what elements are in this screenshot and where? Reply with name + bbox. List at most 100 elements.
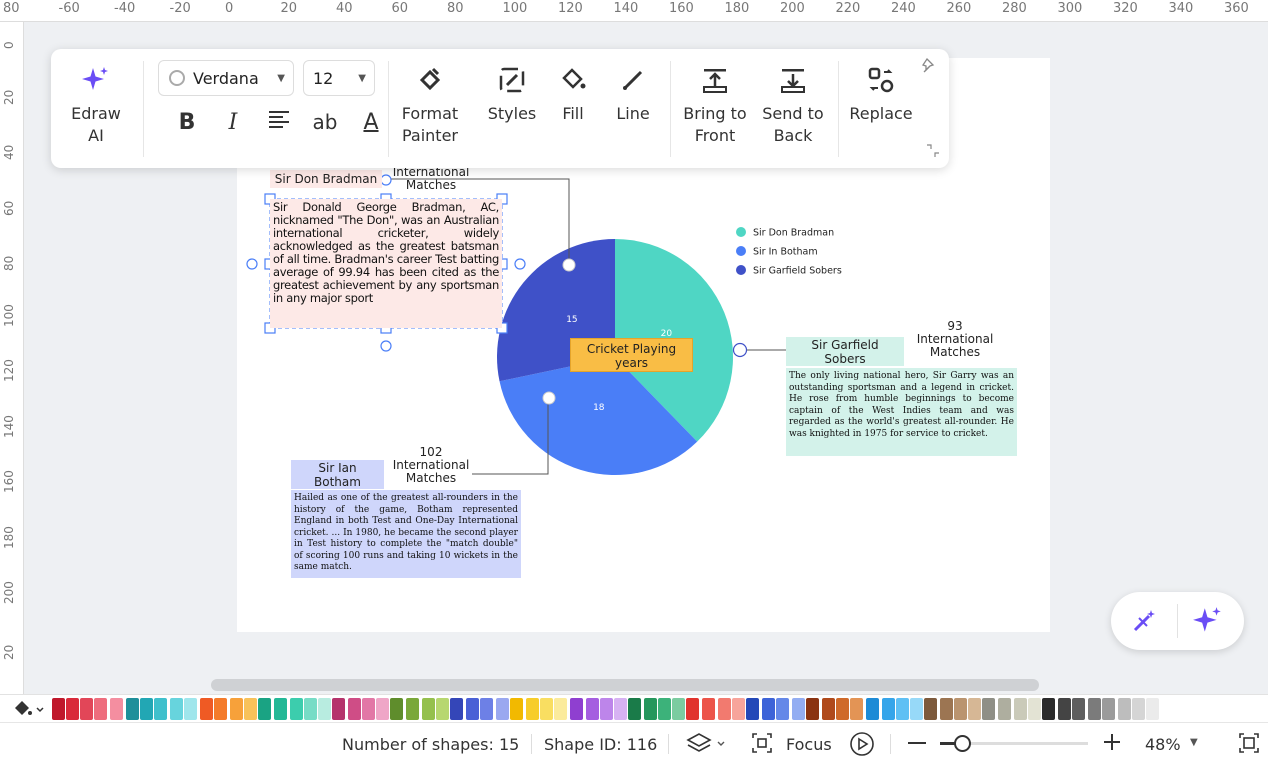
send-to-back-button[interactable]: Send to Back xyxy=(757,63,829,147)
color-swatch[interactable] xyxy=(1014,698,1027,720)
color-swatch[interactable] xyxy=(614,698,627,720)
color-swatch[interactable] xyxy=(422,698,435,720)
color-swatch[interactable] xyxy=(1146,698,1159,720)
color-swatch[interactable] xyxy=(66,698,79,720)
edraw-ai-float-button[interactable] xyxy=(1192,605,1224,637)
color-swatch[interactable] xyxy=(376,698,389,720)
color-swatch[interactable] xyxy=(1042,698,1055,720)
color-swatch[interactable] xyxy=(450,698,463,720)
color-swatch[interactable] xyxy=(230,698,243,720)
color-swatch[interactable] xyxy=(776,698,789,720)
color-swatch[interactable] xyxy=(628,698,641,720)
color-swatch[interactable] xyxy=(1102,698,1115,720)
zoom-slider[interactable] xyxy=(940,735,1088,752)
color-swatch[interactable] xyxy=(110,698,123,720)
color-swatch[interactable] xyxy=(1058,698,1071,720)
sobers-name-box[interactable]: Sir Garfield Sobers xyxy=(786,337,904,366)
font-size-select[interactable]: 12 ▼ xyxy=(303,60,375,96)
color-swatch[interactable] xyxy=(866,698,879,720)
botham-connector-end[interactable] xyxy=(542,391,556,405)
font-family-select[interactable]: Verdana ▼ xyxy=(158,60,294,96)
color-swatch[interactable] xyxy=(644,698,657,720)
color-swatch[interactable] xyxy=(274,698,287,720)
collapse-corner-icon[interactable] xyxy=(925,143,941,159)
strikethrough-button[interactable]: ab xyxy=(302,105,348,139)
color-swatch[interactable] xyxy=(510,698,523,720)
replace-button[interactable]: Replace xyxy=(845,63,917,125)
color-swatch[interactable] xyxy=(896,698,909,720)
color-swatch[interactable] xyxy=(348,698,361,720)
color-swatch[interactable] xyxy=(836,698,849,720)
focus-button[interactable]: Focus xyxy=(751,732,841,756)
color-swatch[interactable] xyxy=(332,698,345,720)
bradman-paragraph[interactable]: Sir Donald George Bradman, AC, nicknamed… xyxy=(270,199,502,328)
color-swatch[interactable] xyxy=(154,698,167,720)
color-swatch[interactable] xyxy=(1072,698,1085,720)
color-swatch[interactable] xyxy=(290,698,303,720)
color-swatch[interactable] xyxy=(672,698,685,720)
zoom-in-button[interactable] xyxy=(1102,732,1122,752)
color-swatch[interactable] xyxy=(318,698,331,720)
color-swatch[interactable] xyxy=(586,698,599,720)
color-swatch[interactable] xyxy=(80,698,93,720)
bring-to-front-button[interactable]: Bring to Front xyxy=(679,63,751,147)
fit-page-button[interactable] xyxy=(1238,732,1260,754)
color-swatch[interactable] xyxy=(954,698,967,720)
color-swatch[interactable] xyxy=(600,698,613,720)
color-swatch[interactable] xyxy=(822,698,835,720)
color-swatch[interactable] xyxy=(214,698,227,720)
color-swatch[interactable] xyxy=(850,698,863,720)
line-button[interactable]: Line xyxy=(609,63,657,125)
bradman-matches-label[interactable]: International Matches xyxy=(386,166,476,192)
italic-button[interactable]: I xyxy=(210,105,256,139)
color-swatch[interactable] xyxy=(466,698,479,720)
sobers-matches-label[interactable]: 93 International Matches xyxy=(910,320,1000,359)
color-swatch[interactable] xyxy=(882,698,895,720)
zoom-level[interactable]: 48% xyxy=(1145,735,1181,754)
sobers-connector-end[interactable] xyxy=(732,342,748,358)
botham-name-box[interactable]: Sir Ian Botham xyxy=(291,460,384,489)
color-swatch[interactable] xyxy=(718,698,731,720)
color-swatch[interactable] xyxy=(1028,698,1041,720)
color-swatch[interactable] xyxy=(924,698,937,720)
color-swatch[interactable] xyxy=(258,698,271,720)
color-swatch[interactable] xyxy=(304,698,317,720)
magic-wand-button[interactable] xyxy=(1129,606,1159,636)
color-swatch[interactable] xyxy=(702,698,715,720)
color-swatch[interactable] xyxy=(910,698,923,720)
color-swatch[interactable] xyxy=(806,698,819,720)
color-swatch[interactable] xyxy=(940,698,953,720)
color-swatch[interactable] xyxy=(570,698,583,720)
color-swatch[interactable] xyxy=(968,698,981,720)
color-swatch[interactable] xyxy=(362,698,375,720)
fill-button[interactable]: Fill xyxy=(549,63,597,125)
zoom-slider-thumb[interactable] xyxy=(954,735,971,752)
play-button[interactable] xyxy=(850,732,876,758)
color-swatch[interactable] xyxy=(52,698,65,720)
align-button[interactable] xyxy=(256,105,302,139)
color-swatch[interactable] xyxy=(126,698,139,720)
zoom-out-button[interactable] xyxy=(908,742,926,744)
horizontal-scrollbar[interactable] xyxy=(211,679,1039,691)
color-swatch[interactable] xyxy=(554,698,567,720)
color-swatch[interactable] xyxy=(94,698,107,720)
color-swatch[interactable] xyxy=(496,698,509,720)
color-swatch[interactable] xyxy=(762,698,775,720)
bradman-connector-end[interactable] xyxy=(562,258,576,272)
color-swatch[interactable] xyxy=(540,698,553,720)
color-swatch[interactable] xyxy=(200,698,213,720)
color-swatch[interactable] xyxy=(998,698,1011,720)
bradman-name-box[interactable]: Sir Don Bradman xyxy=(270,170,382,188)
pin-icon[interactable] xyxy=(921,57,941,77)
color-swatch[interactable] xyxy=(480,698,493,720)
format-painter-button[interactable]: Format Painter xyxy=(395,63,465,147)
color-swatch[interactable] xyxy=(792,698,805,720)
zoom-dropdown-icon[interactable]: ▼ xyxy=(1190,737,1198,748)
botham-paragraph[interactable]: Hailed as one of the greatest all-rounde… xyxy=(291,490,521,578)
color-swatch[interactable] xyxy=(406,698,419,720)
color-swatch[interactable] xyxy=(982,698,995,720)
color-swatch[interactable] xyxy=(184,698,197,720)
color-swatch[interactable] xyxy=(170,698,183,720)
styles-button[interactable]: Styles xyxy=(481,63,543,125)
edraw-ai-button[interactable]: Edraw AI xyxy=(61,63,131,147)
